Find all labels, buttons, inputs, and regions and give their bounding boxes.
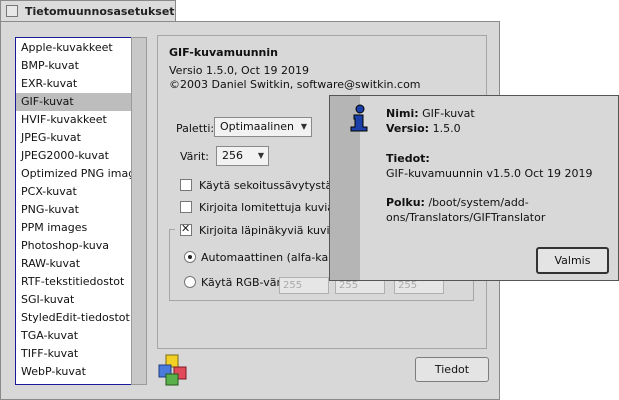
window-tab[interactable]: Tietomuunnosasetukset (0, 0, 176, 21)
list-item[interactable]: TGA-kuvat (16, 327, 131, 345)
palette-dropdown[interactable]: Optimaalinen ▼ (214, 117, 312, 137)
dropdown-arrow-icon: ▼ (257, 151, 264, 160)
close-box[interactable] (6, 5, 18, 17)
dither-checkbox[interactable] (180, 179, 192, 191)
rgb-label: Käytä RGB-väriä (201, 276, 291, 289)
list-item[interactable]: RAW-kuvat (16, 255, 131, 273)
about-version-label: Versio: (386, 122, 430, 135)
translator-version: Versio 1.5.0, Oct 19 2019 (169, 64, 309, 77)
translator-copyright: ©2003 Daniel Switkin, software@switkin.c… (169, 78, 421, 91)
list-item[interactable]: WebP-kuvat (16, 363, 131, 381)
translator-list[interactable]: Apple-kuvakkeet BMP-kuvat EXR-kuvat GIF-kuv… (15, 37, 132, 385)
dropdown-arrow-icon: ▼ (300, 122, 307, 131)
info-button[interactable]: Tiedot (415, 357, 489, 382)
about-info-label: Tiedot: (386, 152, 430, 165)
palette-value: Optimaalinen (220, 120, 295, 133)
transparent-checkbox[interactable] (180, 222, 192, 236)
list-item[interactable]: Optimized PNG image (16, 165, 131, 183)
info-icon (350, 104, 368, 132)
ok-button[interactable]: Valmis (536, 247, 609, 274)
list-item[interactable]: HVIF-kuvakkeet (16, 111, 131, 129)
about-path-label: Polku: (386, 196, 425, 209)
translator-name: GIF-kuvamuunnin (169, 46, 278, 59)
list-scrollbar[interactable] (131, 37, 147, 385)
list-item[interactable]: PCX-kuvat (16, 183, 131, 201)
list-item[interactable]: EXR-kuvat (16, 75, 131, 93)
list-item[interactable]: RTF-tekstitiedostot (16, 273, 131, 291)
list-item[interactable]: GIF-kuvat (16, 93, 131, 111)
auto-radio[interactable] (184, 251, 196, 263)
list-item[interactable]: JPEG-kuvat (16, 129, 131, 147)
list-item[interactable]: PPM images (16, 219, 131, 237)
about-path-line1: /boot/system/add- (428, 196, 529, 209)
list-item[interactable]: PNG-kuvat (16, 201, 131, 219)
colors-label: Värit: (180, 150, 210, 163)
about-dialog: Nimi: GIF-kuvat Versio: 1.5.0 Tiedot: GI… (329, 95, 619, 281)
list-item[interactable]: BMP-kuvat (16, 57, 131, 75)
window-title: Tietomuunnosasetukset (25, 5, 175, 18)
palette-label: Paletti: (176, 122, 215, 135)
about-name-label: Nimi: (386, 107, 419, 120)
list-item[interactable]: SGI-kuvat (16, 291, 131, 309)
list-item[interactable]: StyledEdit-tiedostot (16, 309, 131, 327)
interlace-checkbox[interactable] (180, 201, 192, 213)
list-item[interactable]: Apple-kuvakkeet (16, 39, 131, 57)
data-translations-logo-icon (158, 354, 187, 386)
colors-value: 256 (222, 149, 243, 162)
about-info-value: GIF-kuvamuunnin v1.5.0 Oct 19 2019 (386, 167, 593, 180)
list-item[interactable]: TIFF-kuvat (16, 345, 131, 363)
rgb-radio[interactable] (184, 276, 196, 288)
dither-label: Käytä sekoitussävytystä (199, 179, 333, 192)
about-path-line2: ons/Translators/GIFTranslator (386, 211, 546, 224)
red-field[interactable]: 255 (279, 277, 329, 294)
colors-dropdown[interactable]: 256 ▼ (216, 146, 269, 166)
list-item[interactable]: JPEG2000-kuvat (16, 147, 131, 165)
about-name-value: GIF-kuvat (422, 107, 475, 120)
about-version-value: 1.5.0 (432, 122, 461, 135)
list-item[interactable]: Photoshop-kuva (16, 237, 131, 255)
interlace-label: Kirjoita lomitettuja kuvia (199, 201, 335, 214)
transparent-label: Kirjoita läpinäkyviä kuvia (199, 224, 337, 237)
